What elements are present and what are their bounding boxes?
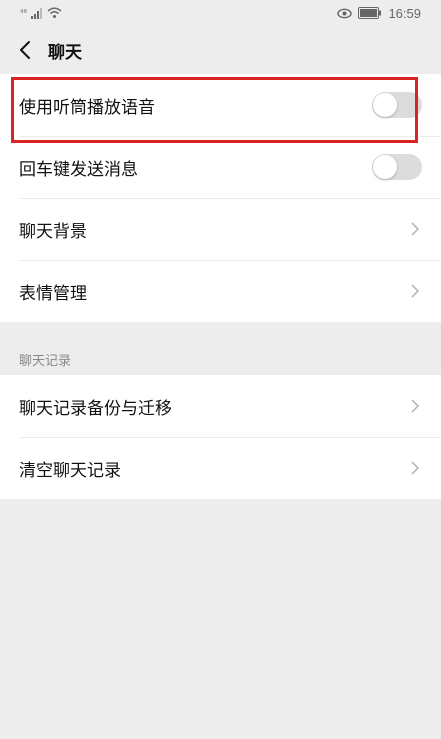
use-earpiece-toggle[interactable]: [372, 92, 422, 118]
chevron-right-icon: [411, 461, 420, 475]
chevron-right-icon: [411, 222, 420, 236]
setting-backup-migrate[interactable]: 聊天记录备份与迁移: [0, 375, 441, 437]
nav-bar: 聊天: [0, 26, 441, 74]
toggle-knob: [373, 93, 397, 117]
wifi-icon: [47, 7, 62, 18]
toggle-knob: [373, 155, 397, 179]
top-area: ⁴⁶ 16:59 聊天: [0, 0, 441, 74]
chevron-right-icon: [411, 399, 420, 413]
clear-history-label: 清空聊天记录: [19, 460, 121, 481]
setting-use-earpiece[interactable]: 使用听筒播放语音: [0, 74, 441, 136]
use-earpiece-label: 使用听筒播放语音: [19, 97, 155, 118]
chat-background-label: 聊天背景: [19, 221, 87, 242]
history-section-header: 聊天记录: [0, 350, 441, 375]
setting-sticker-management[interactable]: 表情管理: [0, 260, 441, 322]
network-type-label: ⁴⁶: [20, 9, 28, 19]
sticker-management-label: 表情管理: [19, 283, 87, 304]
setting-enter-to-send[interactable]: 回车键发送消息: [0, 136, 441, 198]
chevron-right-icon: [411, 284, 420, 298]
back-arrow-icon: [20, 41, 30, 59]
enter-to-send-label: 回车键发送消息: [19, 159, 138, 180]
eye-icon: [337, 8, 353, 18]
section-spacer: [0, 322, 441, 350]
signal-icon: [31, 8, 43, 19]
settings-group: 使用听筒播放语音 回车键发送消息 聊天背景 表情管理: [0, 74, 441, 322]
setting-chat-background[interactable]: 聊天背景: [0, 198, 441, 260]
status-left: ⁴⁶: [20, 7, 62, 19]
status-right: 16:59: [337, 6, 421, 21]
history-group: 聊天记录备份与迁移 清空聊天记录: [0, 375, 441, 499]
setting-clear-history[interactable]: 清空聊天记录: [0, 437, 441, 499]
status-bar: ⁴⁶ 16:59: [0, 0, 441, 26]
enter-to-send-toggle[interactable]: [372, 154, 422, 180]
battery-icon: [358, 7, 382, 19]
page-title: 聊天: [48, 42, 82, 63]
backup-migrate-label: 聊天记录备份与迁移: [19, 398, 172, 419]
clock: 16:59: [388, 5, 421, 21]
back-button[interactable]: [14, 36, 36, 64]
